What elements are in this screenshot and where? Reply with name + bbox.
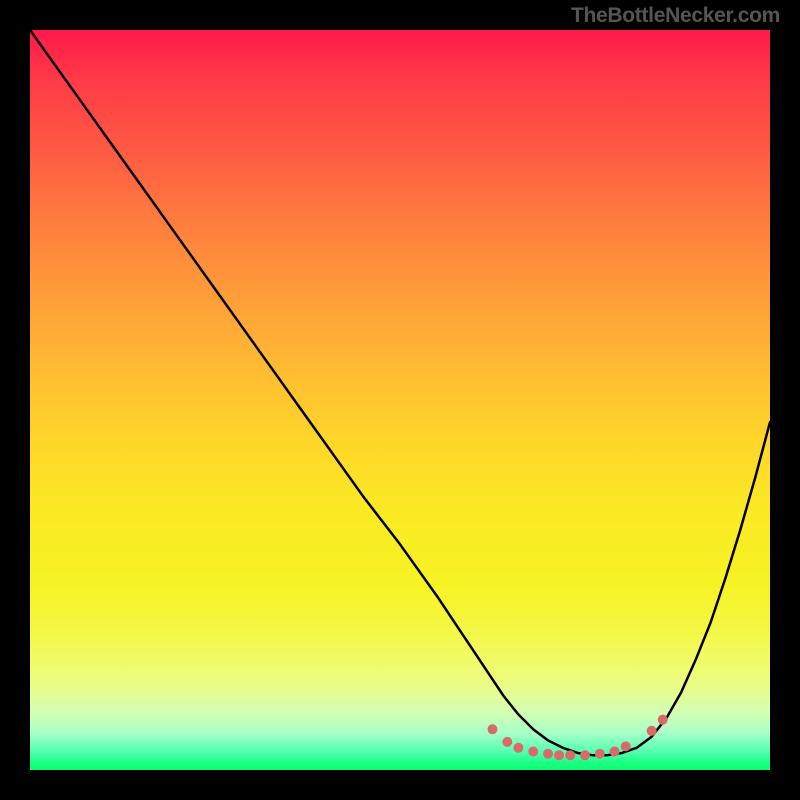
marker-dot [528, 747, 538, 757]
chart-curve [30, 30, 770, 770]
marker-dot [502, 737, 512, 747]
chart-dots [30, 30, 770, 770]
chart-plot-area [30, 30, 770, 770]
chart-container: TheBottleNecker.com [0, 0, 800, 800]
marker-dot [580, 750, 590, 760]
marker-dot [543, 749, 553, 759]
marker-dot [513, 743, 523, 753]
marker-dot [488, 724, 498, 734]
marker-dot [610, 747, 620, 757]
marker-dot [621, 741, 631, 751]
marker-dot [658, 715, 668, 725]
marker-dot [595, 749, 605, 759]
marker-dot [554, 750, 564, 760]
attribution-text: TheBottleNecker.com [571, 4, 780, 28]
marker-dot [565, 750, 575, 760]
marker-dot [647, 726, 657, 736]
